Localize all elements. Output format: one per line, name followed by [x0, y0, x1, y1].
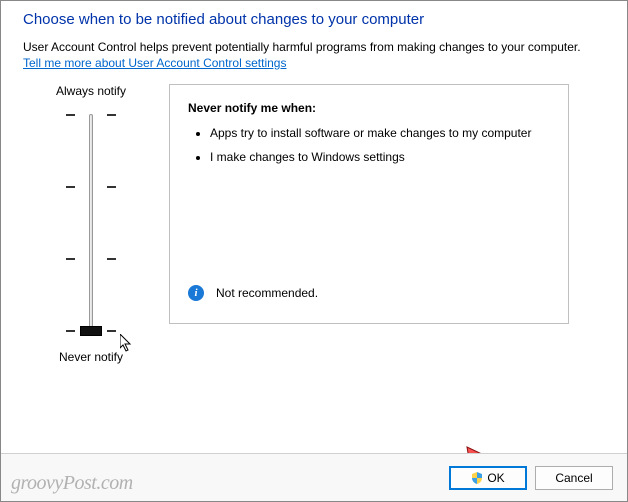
shield-icon [471, 472, 483, 484]
description-text: User Account Control helps prevent poten… [23, 40, 605, 54]
info-icon: i [188, 285, 204, 301]
dialog-footer: OK Cancel [1, 453, 627, 501]
slider-label-top: Always notify [56, 84, 126, 98]
recommend-text: Not recommended. [216, 286, 318, 300]
ok-button-label: OK [487, 471, 504, 485]
slider-label-bottom: Never notify [59, 350, 123, 364]
slider-track[interactable] [66, 110, 116, 340]
learn-more-link[interactable]: Tell me more about User Account Control … [23, 56, 286, 70]
slider-thumb[interactable] [80, 326, 102, 336]
cancel-button-label: Cancel [555, 471, 592, 485]
info-heading: Never notify me when: [188, 101, 550, 115]
info-panel: Never notify me when: Apps try to instal… [169, 84, 569, 324]
notification-slider[interactable]: Always notify Never notify [41, 84, 141, 364]
ok-button[interactable]: OK [449, 466, 527, 490]
info-item: I make changes to Windows settings [210, 149, 550, 165]
info-item: Apps try to install software or make cha… [210, 125, 550, 141]
cancel-button[interactable]: Cancel [535, 466, 613, 490]
page-title: Choose when to be notified about changes… [23, 11, 605, 28]
